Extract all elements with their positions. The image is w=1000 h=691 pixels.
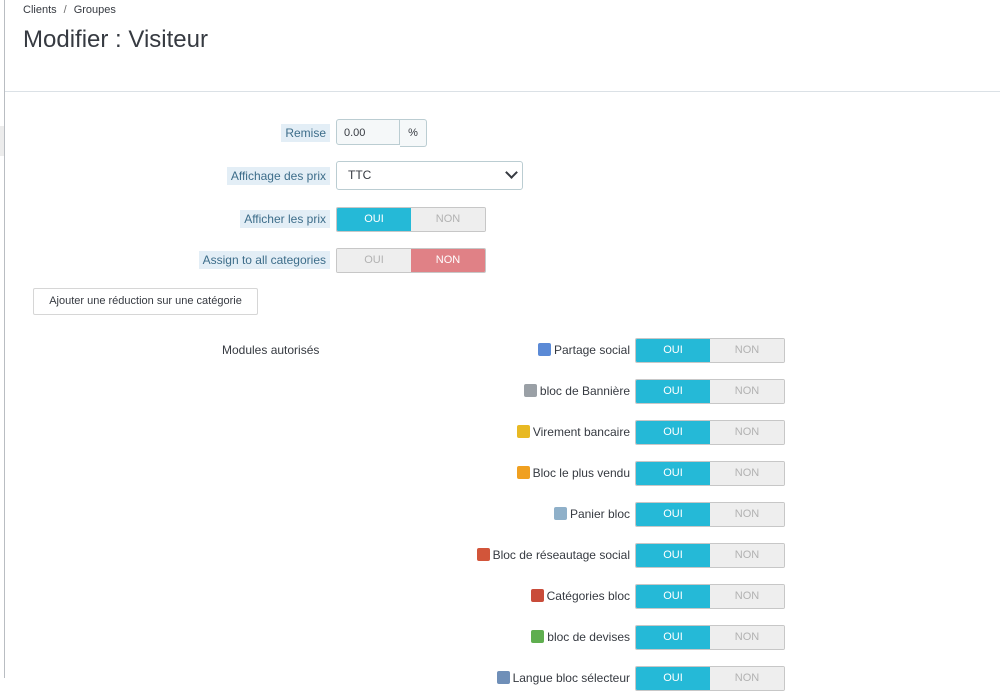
module-oui[interactable]: OUI (636, 544, 710, 567)
module-switch[interactable]: OUI NON (635, 584, 785, 609)
module-label: Bloc le plus vendu (532, 466, 630, 480)
module-row: Bloc de réseautage social OUI NON (380, 543, 785, 568)
module-name: Bloc le plus vendu (516, 461, 630, 486)
modules-label: Modules autorisés (222, 343, 320, 357)
add-category-reduction-button[interactable]: Ajouter une réduction sur une catégorie (33, 288, 258, 315)
remise-input[interactable]: 0.00 (336, 119, 400, 145)
left-border (4, 0, 5, 678)
module-oui[interactable]: OUI (636, 626, 710, 649)
module-non[interactable]: NON (710, 626, 784, 649)
module-oui[interactable]: OUI (636, 339, 710, 362)
gear-icon (523, 384, 537, 397)
chevron-down-icon (505, 166, 518, 179)
module-row: Catégories bloc OUI NON (380, 584, 785, 609)
category-icon (530, 589, 544, 602)
module-row: bloc de devises OUI NON (380, 625, 785, 650)
module-label: Langue bloc sélecteur (512, 671, 630, 685)
module-name: Virement bancaire (516, 420, 630, 445)
affichage-prix-select[interactable]: TTC (336, 161, 523, 190)
module-switch[interactable]: OUI NON (635, 666, 785, 691)
assign-all-oui[interactable]: OUI (337, 249, 411, 272)
module-switch[interactable]: OUI NON (635, 502, 785, 527)
page-title: Modifier : Visiteur (23, 26, 208, 53)
module-non[interactable]: NON (710, 503, 784, 526)
assign-all-switch[interactable]: OUI NON (336, 248, 486, 273)
module-non[interactable]: NON (710, 667, 784, 690)
percent-addon: % (400, 119, 427, 147)
module-name: Langue bloc sélecteur (496, 666, 630, 691)
page-header: Clients / Groupes Modifier : Visiteur (5, 0, 1000, 92)
module-switch[interactable]: OUI NON (635, 379, 785, 404)
module-switch[interactable]: OUI NON (635, 543, 785, 568)
module-name: bloc de devises (531, 625, 630, 650)
module-name: Bloc de réseautage social (476, 543, 630, 568)
module-row: Virement bancaire OUI NON (380, 420, 785, 445)
remise-group: 0.00 % (336, 119, 427, 147)
breadcrumb-groupes[interactable]: Groupes (74, 4, 116, 16)
module-label: Bloc de réseautage social (492, 548, 630, 562)
module-oui[interactable]: OUI (636, 462, 710, 485)
module-switch[interactable]: OUI NON (635, 461, 785, 486)
affichage-prix-value: TTC (348, 168, 372, 182)
social-icon (476, 548, 490, 561)
share-icon (537, 343, 551, 356)
afficher-prix-non[interactable]: NON (411, 208, 485, 231)
module-label: Panier bloc (569, 507, 630, 521)
module-name: bloc de Bannière (523, 379, 630, 404)
module-oui[interactable]: OUI (636, 503, 710, 526)
module-row: Partage social OUI NON (380, 338, 785, 363)
module-name: Partage social (537, 338, 630, 363)
module-oui[interactable]: OUI (636, 667, 710, 690)
afficher-prix-switch[interactable]: OUI NON (336, 207, 486, 232)
module-label: Virement bancaire (532, 425, 630, 439)
module-label: Partage social (553, 343, 630, 357)
module-name: Catégories bloc (530, 584, 630, 609)
money-icon (531, 630, 545, 643)
module-switch[interactable]: OUI NON (635, 420, 785, 445)
module-label: bloc de Bannière (539, 384, 630, 398)
breadcrumb: Clients / Groupes (23, 4, 116, 16)
module-row: bloc de Bannière OUI NON (380, 379, 785, 404)
module-switch[interactable]: OUI NON (635, 625, 785, 650)
module-switch[interactable]: OUI NON (635, 338, 785, 363)
afficher-prix-label: Afficher les prix (240, 210, 330, 228)
breadcrumb-clients[interactable]: Clients (23, 4, 57, 16)
module-row: Bloc le plus vendu OUI NON (380, 461, 785, 486)
affichage-prix-label: Affichage des prix (226, 167, 330, 185)
module-non[interactable]: NON (710, 380, 784, 403)
module-label: Catégories bloc (546, 589, 630, 603)
module-name: Panier bloc (553, 502, 630, 527)
assign-all-label: Assign to all categories (198, 251, 330, 269)
module-non[interactable]: NON (710, 585, 784, 608)
assign-all-non[interactable]: NON (411, 249, 485, 272)
module-oui[interactable]: OUI (636, 585, 710, 608)
module-non[interactable]: NON (710, 421, 784, 444)
breadcrumb-separator: / (63, 4, 67, 16)
module-non[interactable]: NON (710, 544, 784, 567)
module-oui[interactable]: OUI (636, 421, 710, 444)
module-label: bloc de devises (547, 630, 630, 644)
module-oui[interactable]: OUI (636, 380, 710, 403)
coins-icon (516, 425, 530, 438)
module-non[interactable]: NON (710, 462, 784, 485)
module-row: Langue bloc sélecteur OUI NON (380, 666, 785, 691)
basket-icon (553, 507, 567, 520)
left-scroll-marker (0, 126, 4, 156)
afficher-prix-oui[interactable]: OUI (337, 208, 411, 231)
module-row: Panier bloc OUI NON (380, 502, 785, 527)
module-non[interactable]: NON (710, 339, 784, 362)
award-icon (516, 466, 530, 479)
remise-label: Remise (281, 124, 330, 142)
